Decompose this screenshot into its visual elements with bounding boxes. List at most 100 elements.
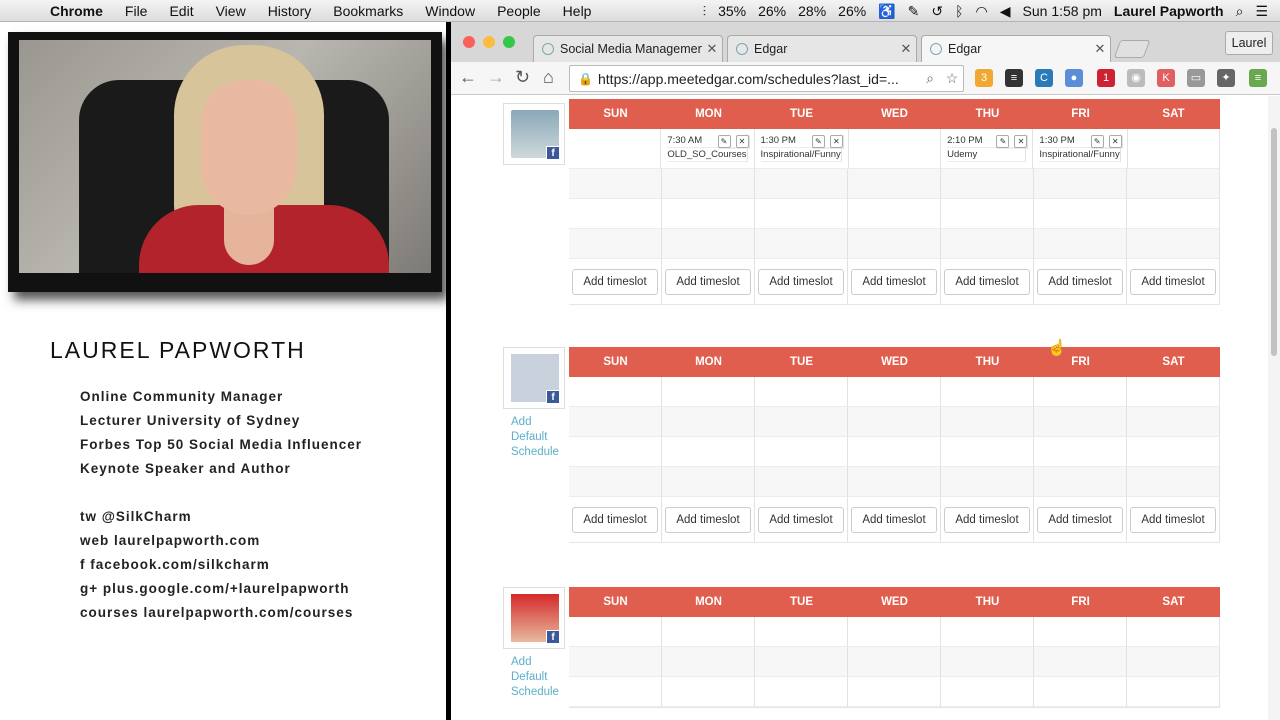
search-icon[interactable]: ⌕ — [919, 70, 941, 87]
home-icon[interactable]: ⌂ — [543, 67, 554, 88]
extension-c-icon[interactable]: C — [1035, 69, 1053, 87]
extension-puzzle-icon[interactable]: 1 — [1097, 69, 1115, 87]
profile-avatar[interactable]: f — [503, 587, 565, 649]
timeslot-mon[interactable]: 7:30 AM OLD_SO_Courses ✎ ✕ — [661, 129, 755, 169]
status-cpu-1[interactable]: 35% — [718, 3, 746, 19]
volume-icon[interactable]: ◀ — [1000, 3, 1011, 20]
add-default-schedule-link[interactable]: Add Default Schedule — [511, 655, 571, 700]
tab-edgar-active[interactable]: Edgar ✕ — [921, 35, 1111, 62]
extension-globe-icon[interactable]: ● — [1065, 69, 1083, 87]
profile-button[interactable]: Laurel — [1225, 31, 1273, 55]
delete-x-icon[interactable]: ✕ — [829, 135, 843, 148]
buffer-icon[interactable]: ≡ — [1005, 69, 1023, 87]
add-timeslot-wed-button[interactable]: Add timeslot — [851, 506, 937, 533]
add-timeslot-mon-button[interactable]: Add timeslot — [665, 268, 751, 295]
add-timeslot-sun-button[interactable]: Add timeslot — [572, 268, 658, 295]
add-timeslot-tue-button[interactable]: Add timeslot — [758, 506, 844, 533]
cast-icon[interactable]: ▭ — [1187, 69, 1205, 87]
tab-edgar-1[interactable]: Edgar ✕ — [727, 35, 917, 62]
timeslot-tue[interactable]: 1:30 PM Inspirational/Funny ✎ ✕ — [754, 129, 849, 169]
empty-row — [569, 229, 1220, 259]
url-text[interactable]: https://app.meetedgar.com/schedules?last… — [598, 71, 919, 87]
menu-edit[interactable]: Edit — [169, 3, 193, 19]
evernote-icon[interactable]: ✎ — [908, 3, 920, 20]
presenter-link: courses laurelpapworth.com/courses — [80, 605, 354, 620]
spotlight-search-icon[interactable]: ⌕ — [1236, 3, 1244, 20]
tab-label: Edgar — [754, 42, 788, 56]
menu-window[interactable]: Window — [425, 3, 475, 19]
extension-k-icon[interactable]: K — [1157, 69, 1175, 87]
add-timeslot-fri-button[interactable]: Add timeslot — [1037, 506, 1123, 533]
extension-pin-icon[interactable]: ◉ — [1127, 69, 1145, 87]
add-timeslot-thu-button[interactable]: Add timeslot — [944, 268, 1030, 295]
extension-bug-icon[interactable]: ✦ — [1217, 69, 1235, 87]
add-timeslot-mon-button[interactable]: Add timeslot — [665, 506, 751, 533]
tab-favicon-icon — [930, 43, 942, 55]
empty-row — [569, 467, 1220, 497]
empty-row — [569, 617, 1220, 647]
edit-pencil-icon[interactable]: ✎ — [811, 135, 825, 148]
close-window-icon[interactable] — [463, 36, 475, 48]
status-script-icon[interactable]: ⫶ — [703, 3, 707, 20]
time-machine-icon[interactable]: ↺ — [931, 3, 943, 20]
edit-pencil-icon[interactable]: ✎ — [996, 135, 1010, 148]
day-fri: FRI — [1071, 108, 1090, 120]
lock-icon: 🔒 — [578, 71, 593, 86]
forward-arrow-icon[interactable]: → — [487, 67, 505, 88]
edit-pencil-icon[interactable]: ✎ — [717, 135, 731, 148]
bookmark-star-icon[interactable]: ☆ — [941, 70, 963, 87]
profile-avatar[interactable]: f — [503, 347, 565, 409]
menu-user[interactable]: Laurel Papworth — [1114, 3, 1224, 19]
menu-people[interactable]: People — [497, 3, 541, 19]
timeslot-fri[interactable]: 1:30 PM Inspirational/Funny ✎ ✕ — [1033, 129, 1128, 169]
add-timeslot-sat-button[interactable]: Add timeslot — [1130, 506, 1216, 533]
menu-clock[interactable]: Sun 1:58 pm — [1023, 3, 1102, 19]
profile-avatar[interactable]: f — [503, 103, 565, 165]
notification-center-icon[interactable]: ☰ — [1255, 3, 1268, 20]
maximize-window-icon[interactable] — [503, 36, 515, 48]
menu-view[interactable]: View — [216, 3, 246, 19]
status-cpu-3[interactable]: 28% — [798, 3, 826, 19]
tab-social-media-management[interactable]: Social Media Management ✕ — [533, 35, 723, 62]
timeslot-thu[interactable]: 2:10 PM Udemy ✎ ✕ — [941, 129, 1034, 169]
status-cpu-4[interactable]: 26% — [838, 3, 866, 19]
reload-icon[interactable]: ↻ — [515, 67, 530, 88]
add-timeslot-fri-button[interactable]: Add timeslot — [1037, 268, 1123, 295]
delete-x-icon[interactable]: ✕ — [1108, 135, 1122, 148]
bluetooth-icon[interactable]: ᛒ — [955, 3, 963, 19]
extension-badge-icon[interactable]: 3 — [975, 69, 993, 87]
chrome-menu-icon[interactable]: ≡ — [1249, 69, 1267, 87]
wifi-icon[interactable]: ◠ — [976, 3, 988, 20]
timeslot-category: Inspirational/Funny — [760, 148, 842, 162]
accessibility-icon[interactable]: ♿ — [878, 3, 895, 20]
edit-pencil-icon[interactable]: ✎ — [1090, 135, 1104, 148]
new-tab-button[interactable] — [1113, 40, 1151, 58]
scrollbar-thumb[interactable] — [1271, 128, 1277, 356]
delete-x-icon[interactable]: ✕ — [1014, 135, 1028, 148]
tab-close-icon[interactable]: ✕ — [896, 41, 916, 57]
add-timeslot-sat-button[interactable]: Add timeslot — [1130, 268, 1216, 295]
day-thu: THU — [975, 596, 1000, 608]
menu-app-name[interactable]: Chrome — [50, 3, 103, 19]
minimize-window-icon[interactable] — [483, 36, 495, 48]
menu-bookmarks[interactable]: Bookmarks — [333, 3, 403, 19]
page-content: f SUN MON TUE WED THU FRI SAT 7:30 AM OL… — [451, 96, 1280, 720]
add-default-schedule-link[interactable]: Add Default Schedule — [511, 415, 571, 460]
menu-file[interactable]: File — [125, 3, 148, 19]
add-timeslot-wed-button[interactable]: Add timeslot — [851, 268, 937, 295]
add-timeslot-sun-button[interactable]: Add timeslot — [572, 506, 658, 533]
empty-cell — [569, 129, 662, 169]
day-sat: SAT — [1162, 356, 1185, 368]
tab-close-icon[interactable]: ✕ — [1090, 41, 1110, 57]
browser-toolbar: ← → ↻ ⌂ 🔒 https://app.meetedgar.com/sche… — [451, 62, 1280, 95]
status-cpu-2[interactable]: 26% — [758, 3, 786, 19]
day-wed: WED — [881, 108, 908, 120]
back-arrow-icon[interactable]: ← — [459, 67, 477, 88]
menu-history[interactable]: History — [268, 3, 312, 19]
menu-help[interactable]: Help — [563, 3, 592, 19]
delete-x-icon[interactable]: ✕ — [735, 135, 749, 148]
add-timeslot-tue-button[interactable]: Add timeslot — [758, 268, 844, 295]
address-bar[interactable]: 🔒 https://app.meetedgar.com/schedules?la… — [569, 65, 964, 92]
add-timeslot-thu-button[interactable]: Add timeslot — [944, 506, 1030, 533]
tab-close-icon[interactable]: ✕ — [702, 41, 722, 57]
